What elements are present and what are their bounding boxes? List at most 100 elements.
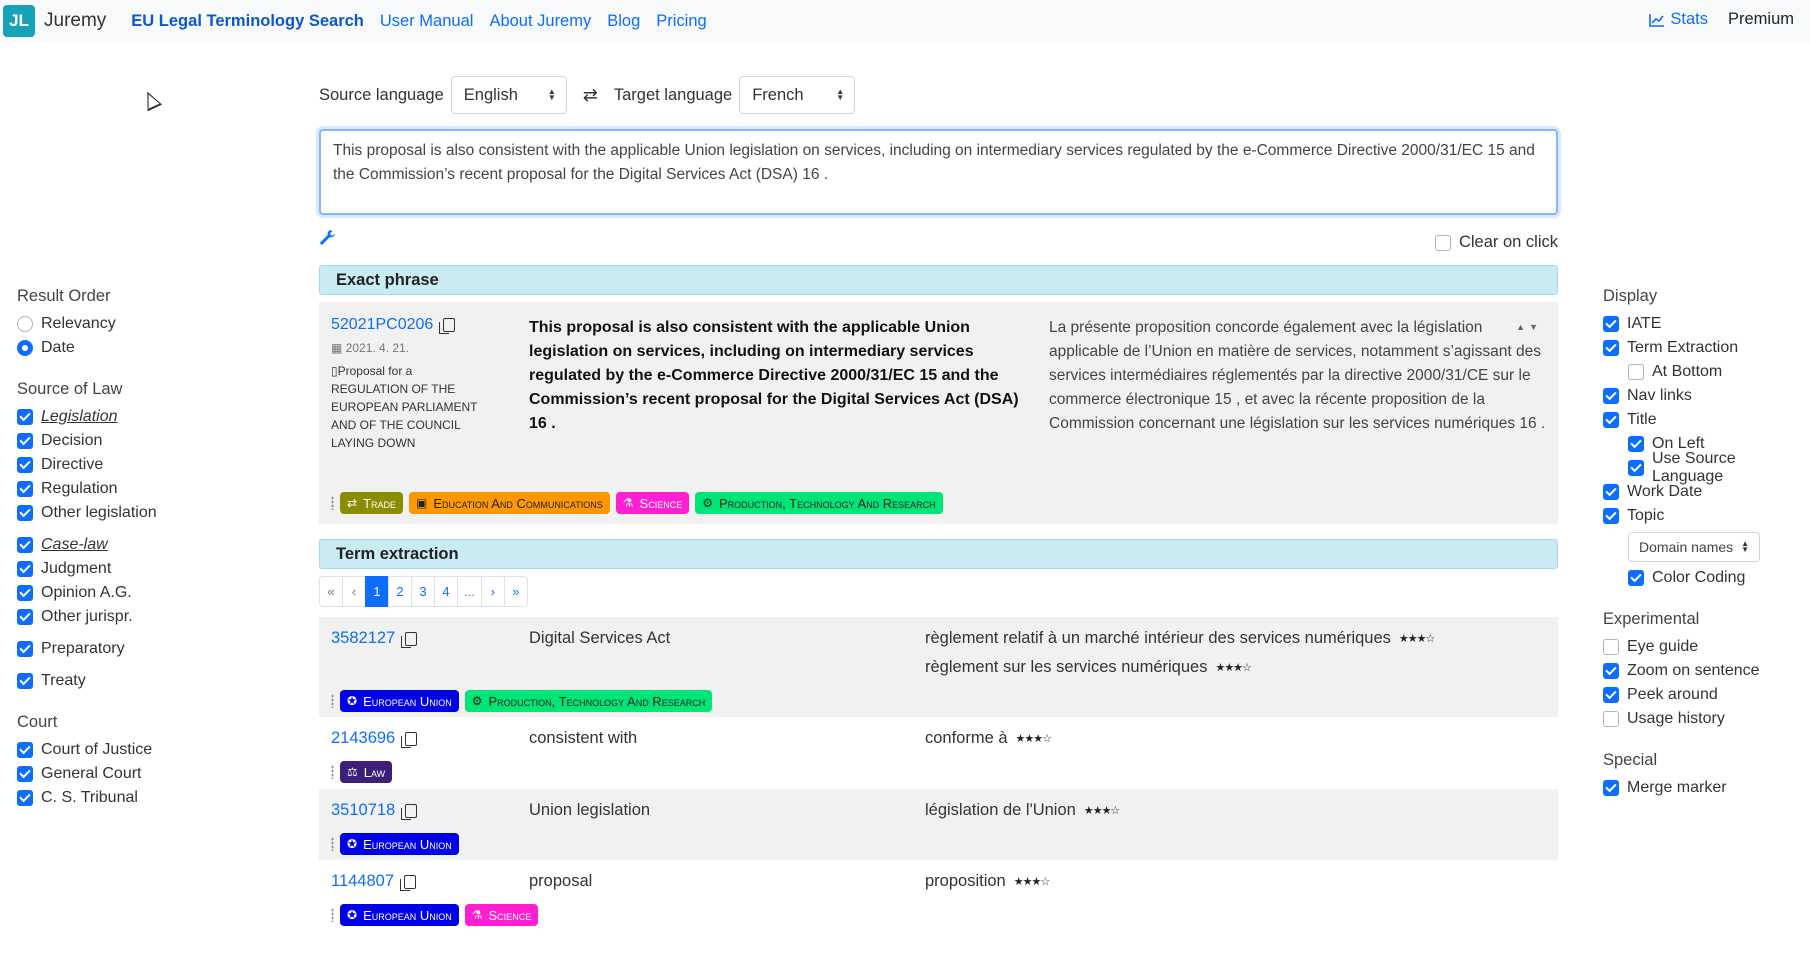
filter-legislation[interactable]: Legislation	[17, 405, 277, 429]
source-language-select[interactable]: English ▲ ▼	[450, 76, 567, 114]
general-court-checkbox[interactable]	[17, 766, 33, 782]
opt-title[interactable]: Title	[1603, 408, 1808, 432]
drag-handle-icon[interactable]	[331, 837, 334, 851]
topic-checkbox[interactable]	[1603, 508, 1619, 524]
legislation-checkbox[interactable]	[17, 409, 33, 425]
copy-icon[interactable]	[401, 803, 418, 820]
filter-directive[interactable]: Directive	[17, 453, 277, 477]
term-id-link[interactable]: 3582127	[331, 629, 418, 648]
swap-languages-icon[interactable]: ⇄	[583, 85, 598, 106]
usage-history-checkbox[interactable]	[1603, 711, 1619, 727]
tag-european-union[interactable]: ✪ European Union	[340, 690, 459, 712]
iate-checkbox[interactable]	[1603, 316, 1619, 332]
search-textarea[interactable]: This proposal is also consistent with th…	[319, 129, 1558, 215]
page-2[interactable]: 2	[388, 576, 412, 607]
term-id[interactable]: 3510718	[331, 801, 395, 820]
filter-preparatory[interactable]: Preparatory	[17, 637, 277, 661]
case-law-label[interactable]: Case-law	[41, 536, 108, 554]
relevancy-radio[interactable]	[17, 316, 33, 332]
tag-european-union[interactable]: ✪ European Union	[340, 904, 459, 926]
filter-case-law[interactable]: Case-law	[17, 533, 277, 557]
copy-icon[interactable]	[439, 318, 456, 334]
page-last[interactable]: »	[503, 576, 528, 607]
tag-education[interactable]: ▣ Education And Communications	[409, 492, 610, 514]
tag-law[interactable]: ⚖ Law	[340, 761, 393, 783]
copy-icon[interactable]	[400, 874, 417, 891]
opt-topic[interactable]: Topic	[1603, 504, 1808, 528]
term-id-link[interactable]: 2143696	[331, 729, 418, 748]
filter-cs-tribunal[interactable]: C. S. Tribunal	[17, 786, 277, 810]
court-of-justice-checkbox[interactable]	[17, 742, 33, 758]
document-id-link[interactable]: 52021PC0206	[331, 316, 456, 334]
filter-other-legislation[interactable]: Other legislation	[17, 501, 277, 525]
term-id[interactable]: 1144807	[331, 872, 394, 891]
opt-iate[interactable]: IATE	[1603, 312, 1808, 336]
decision-checkbox[interactable]	[17, 433, 33, 449]
copy-icon[interactable]	[401, 731, 418, 748]
expand-arrows-icon[interactable]: ▲▼	[1516, 322, 1542, 332]
opt-nav-links[interactable]: Nav links	[1603, 384, 1808, 408]
page-first[interactable]: «	[319, 576, 343, 607]
filter-other-jurispr[interactable]: Other jurispr.	[17, 605, 277, 629]
domain-names-select[interactable]: Domain names ▲ ▼	[1628, 532, 1760, 562]
opt-eye-guide[interactable]: Eye guide	[1603, 635, 1808, 659]
judgment-checkbox[interactable]	[17, 561, 33, 577]
use-source-language-checkbox[interactable]	[1628, 460, 1644, 476]
page-3[interactable]: 3	[411, 576, 435, 607]
opt-at-bottom[interactable]: At Bottom	[1628, 360, 1808, 384]
term-extraction-checkbox[interactable]	[1603, 340, 1619, 356]
opt-color-coding[interactable]: Color Coding	[1628, 566, 1808, 590]
filter-general-court[interactable]: General Court	[17, 762, 277, 786]
opt-merge-marker[interactable]: Merge marker	[1603, 776, 1808, 800]
color-coding-checkbox[interactable]	[1628, 570, 1644, 586]
opt-peek-around[interactable]: Peek around	[1603, 683, 1808, 707]
opt-zoom-on-sentence[interactable]: Zoom on sentence	[1603, 659, 1808, 683]
zoom-on-sentence-checkbox[interactable]	[1603, 663, 1619, 679]
term-id[interactable]: 3582127	[331, 629, 395, 648]
stats-link[interactable]: Stats	[1649, 10, 1708, 29]
brand[interactable]: JL Juremy	[3, 5, 106, 37]
merge-marker-checkbox[interactable]	[1603, 780, 1619, 796]
wrench-icon[interactable]	[319, 229, 336, 246]
opinion-checkbox[interactable]	[17, 585, 33, 601]
term-id[interactable]: 2143696	[331, 729, 395, 748]
tag-trade[interactable]: ⇄ Trade	[340, 492, 404, 514]
drag-handle-icon[interactable]	[331, 765, 334, 779]
case-law-checkbox[interactable]	[17, 537, 33, 553]
order-date[interactable]: Date	[17, 336, 277, 360]
page-prev[interactable]: ‹	[342, 576, 366, 607]
nav-pricing[interactable]: Pricing	[656, 12, 706, 31]
page-next[interactable]: ›	[480, 576, 505, 607]
term-id-link[interactable]: 1144807	[331, 872, 417, 891]
drag-handle-icon[interactable]	[331, 908, 334, 922]
tag-science[interactable]: ⚗ Science	[615, 492, 690, 514]
copy-icon[interactable]	[401, 631, 418, 648]
drag-handle-icon[interactable]	[331, 496, 334, 510]
nav-user-manual[interactable]: User Manual	[380, 12, 474, 31]
peek-around-checkbox[interactable]	[1603, 687, 1619, 703]
work-date-checkbox[interactable]	[1603, 484, 1619, 500]
nav-links-checkbox[interactable]	[1603, 388, 1619, 404]
title-checkbox[interactable]	[1603, 412, 1619, 428]
premium-link[interactable]: Premium	[1728, 10, 1794, 29]
page-4[interactable]: 4	[434, 576, 458, 607]
filter-regulation[interactable]: Regulation	[17, 477, 277, 501]
legislation-label[interactable]: Legislation	[41, 408, 118, 426]
tag-production[interactable]: ⚙ Production, Technology And Research	[464, 690, 713, 712]
page-1[interactable]: 1	[365, 576, 389, 607]
tag-european-union[interactable]: ✪ European Union	[340, 833, 459, 855]
opt-usage-history[interactable]: Usage history	[1603, 707, 1808, 731]
regulation-checkbox[interactable]	[17, 481, 33, 497]
drag-handle-icon[interactable]	[331, 694, 334, 708]
other-jurispr-checkbox[interactable]	[17, 609, 33, 625]
preparatory-checkbox[interactable]	[17, 641, 33, 657]
filter-judgment[interactable]: Judgment	[17, 557, 277, 581]
target-language-select[interactable]: French ▲ ▼	[739, 76, 856, 114]
other-legislation-checkbox[interactable]	[17, 505, 33, 521]
nav-search[interactable]: EU Legal Terminology Search	[131, 12, 364, 31]
on-left-checkbox[interactable]	[1628, 436, 1644, 452]
tag-science[interactable]: ⚗ Science	[464, 904, 539, 926]
filter-treaty[interactable]: Treaty	[17, 669, 277, 693]
filter-opinion[interactable]: Opinion A.G.	[17, 581, 277, 605]
cs-tribunal-checkbox[interactable]	[17, 790, 33, 806]
